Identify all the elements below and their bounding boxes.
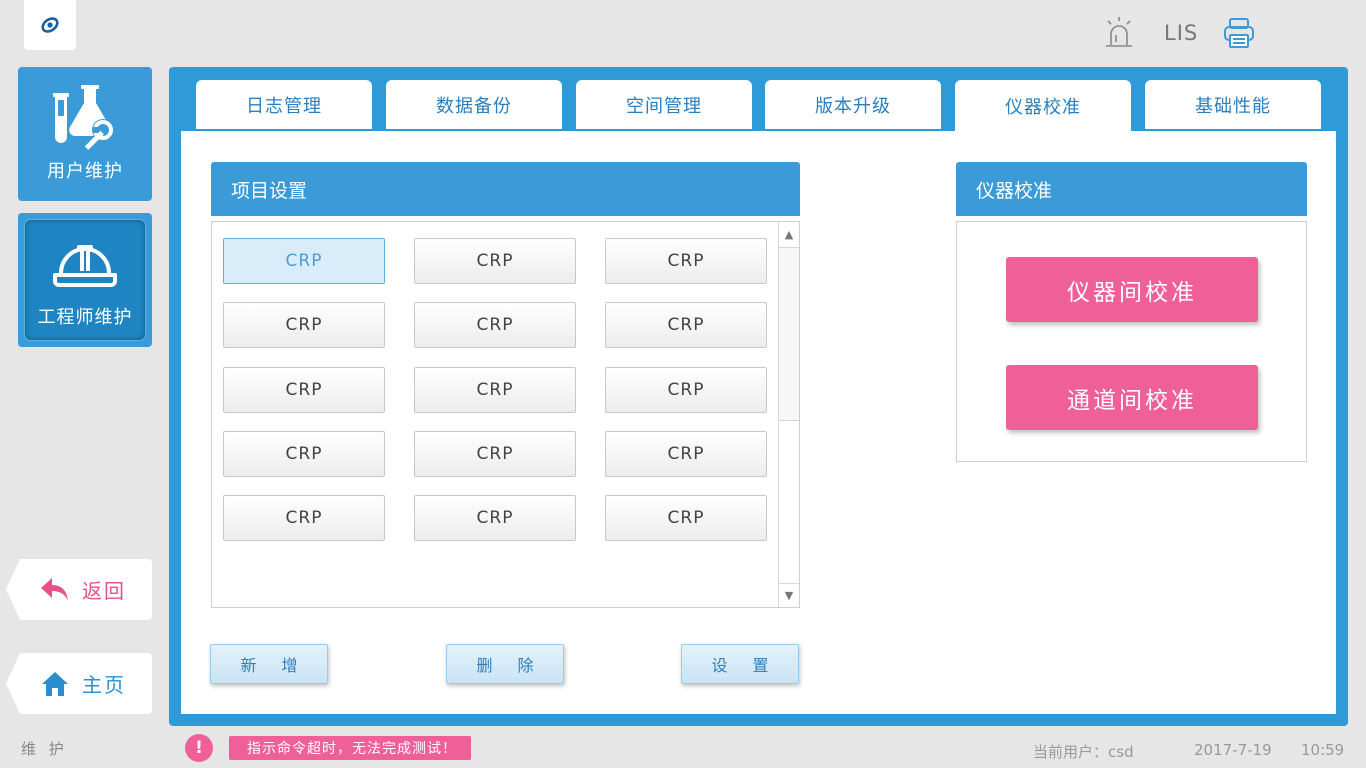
calibration-title: 仪器校准 bbox=[956, 162, 1307, 216]
tab-version-upgrade[interactable]: 版本升级 bbox=[765, 80, 941, 129]
project-item[interactable]: CRP bbox=[414, 302, 576, 348]
scrollbar-thumb[interactable] bbox=[779, 247, 799, 421]
nav-user-maintenance[interactable]: 用户维护 bbox=[18, 67, 152, 201]
inter-instrument-calibration-button[interactable]: 仪器间校准 bbox=[1006, 257, 1258, 322]
back-button[interactable]: 返回 bbox=[6, 559, 152, 620]
project-item[interactable]: CRP bbox=[605, 238, 767, 284]
project-item[interactable]: CRP bbox=[414, 238, 576, 284]
logo-icon bbox=[41, 17, 59, 33]
project-item[interactable]: CRP bbox=[605, 495, 767, 541]
project-item[interactable]: CRP bbox=[223, 495, 385, 541]
back-label: 返回 bbox=[82, 579, 126, 603]
printer-icon[interactable] bbox=[1222, 16, 1256, 50]
home-icon bbox=[42, 671, 68, 696]
lab-tools-icon bbox=[49, 83, 121, 151]
alert-icon[interactable]: ! bbox=[185, 734, 213, 762]
current-date: 2017-7-19 bbox=[1194, 741, 1272, 759]
nav-user-maintenance-label: 用户维护 bbox=[47, 161, 123, 182]
tab-space-management[interactable]: 空间管理 bbox=[576, 80, 752, 129]
alert-message[interactable]: 指示命令超时，无法完成测试！ bbox=[229, 736, 471, 760]
tab-log-management[interactable]: 日志管理 bbox=[196, 80, 372, 129]
tab-basic-performance[interactable]: 基础性能 bbox=[1145, 80, 1321, 129]
project-item[interactable]: CRP bbox=[605, 367, 767, 413]
current-user: 当前用户：csd bbox=[1033, 743, 1134, 761]
app-logo bbox=[24, 0, 76, 50]
project-item[interactable]: CRP bbox=[414, 367, 576, 413]
tab-instrument-calibration[interactable]: 仪器校准 bbox=[955, 80, 1131, 132]
inter-channel-calibration-button[interactable]: 通道间校准 bbox=[1006, 365, 1258, 430]
project-item[interactable]: CRP bbox=[605, 302, 767, 348]
section-label: 维 护 bbox=[21, 740, 68, 758]
lis-button[interactable]: LIS bbox=[1164, 21, 1198, 45]
settings-button[interactable]: 设 置 bbox=[681, 644, 799, 684]
project-settings-title: 项目设置 bbox=[211, 162, 800, 216]
project-list-scrollbar[interactable]: ▲ ▼ bbox=[778, 222, 799, 607]
back-arrow-icon bbox=[41, 577, 68, 601]
project-item[interactable]: CRP bbox=[223, 238, 385, 284]
project-item[interactable]: CRP bbox=[223, 367, 385, 413]
delete-button[interactable]: 删 除 bbox=[446, 644, 564, 684]
tab-data-backup[interactable]: 数据备份 bbox=[386, 80, 562, 129]
alarm-icon[interactable] bbox=[1103, 16, 1135, 50]
home-button[interactable]: 主页 bbox=[6, 653, 152, 714]
project-item[interactable]: CRP bbox=[223, 431, 385, 477]
hard-hat-icon bbox=[49, 229, 121, 297]
project-item[interactable]: CRP bbox=[414, 495, 576, 541]
project-item[interactable]: CRP bbox=[414, 431, 576, 477]
nav-engineer-maintenance[interactable]: 工程师维护 bbox=[18, 213, 152, 347]
nav-engineer-maintenance-label: 工程师维护 bbox=[37, 307, 133, 328]
current-time: 10:59 bbox=[1301, 741, 1345, 759]
home-label: 主页 bbox=[82, 673, 126, 697]
project-item[interactable]: CRP bbox=[223, 302, 385, 348]
chevron-up-icon[interactable]: ▲ bbox=[779, 222, 799, 246]
add-button[interactable]: 新 增 bbox=[210, 644, 328, 684]
chevron-down-icon[interactable]: ▼ bbox=[779, 583, 799, 607]
project-item[interactable]: CRP bbox=[605, 431, 767, 477]
